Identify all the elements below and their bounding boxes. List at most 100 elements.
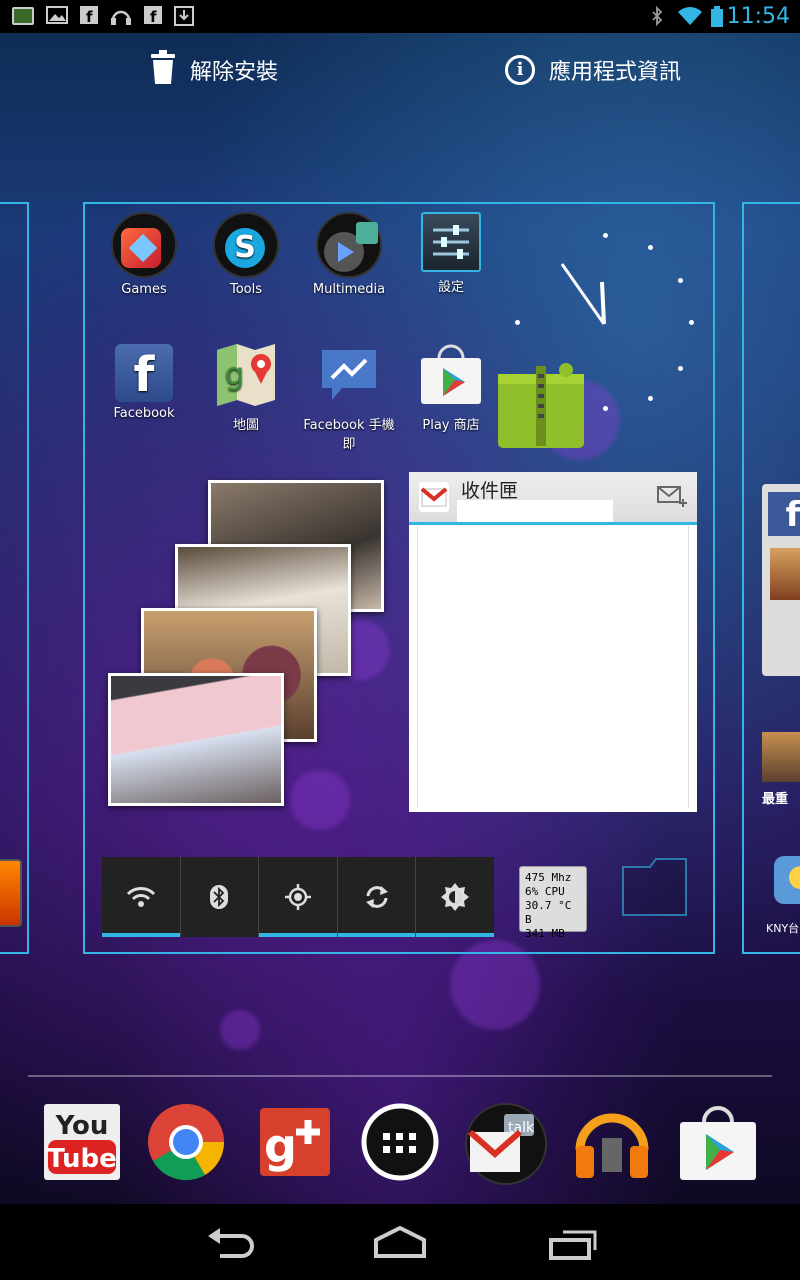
- uninstall-button[interactable]: 解除安裝: [150, 50, 279, 90]
- messenger-icon: [316, 344, 382, 410]
- sync-toggle[interactable]: [337, 857, 417, 937]
- app-label: Facebook: [113, 406, 175, 421]
- download-icon: [174, 6, 194, 26]
- bluetooth-icon: [650, 5, 664, 27]
- account-field: [457, 500, 613, 522]
- news-widget: 最重: [762, 732, 800, 812]
- tools-folder[interactable]: S Tools: [194, 212, 298, 297]
- app-label: 地圖: [232, 418, 259, 433]
- chrome-icon[interactable]: [146, 1102, 226, 1182]
- app-info-button[interactable]: i 應用程式資訊: [505, 52, 681, 88]
- svg-text:g: g: [264, 1119, 297, 1173]
- system-info-widget[interactable]: 475 Mhz 6% CPU 30.7 °C B 341 MB: [519, 866, 587, 940]
- bluetooth-toggle[interactable]: [181, 857, 260, 937]
- photo-thumbnail: [770, 548, 800, 600]
- news-thumbnail: [762, 732, 800, 782]
- recent-apps-icon: [549, 1230, 597, 1260]
- battery-icon: [710, 6, 724, 27]
- play-store-app[interactable]: Play 商店: [399, 344, 503, 433]
- gmail-widget-title: 收件匣: [461, 480, 519, 502]
- cpu-usage: 6% CPU: [525, 885, 565, 898]
- wifi-icon: [676, 6, 704, 26]
- facebook-widget: f: [762, 484, 800, 676]
- wifi-toggle[interactable]: [102, 857, 181, 937]
- home-button[interactable]: [370, 1224, 430, 1260]
- brightness-icon: [441, 883, 470, 911]
- gps-toggle[interactable]: [259, 857, 338, 937]
- gmail-inbox-widget[interactable]: 收件匣: [409, 472, 697, 812]
- weather-widget[interactable]: KNY台: [766, 856, 800, 946]
- bokeh: [220, 1010, 260, 1050]
- svg-text:f: f: [150, 8, 157, 24]
- bluetooth-icon: [210, 885, 229, 909]
- wifi-icon: [126, 887, 155, 907]
- google-plus-icon[interactable]: g: [256, 1102, 336, 1182]
- svg-text:g: g: [225, 357, 244, 392]
- svg-text:You: You: [55, 1111, 109, 1141]
- right-home-panel[interactable]: f 最重 KNY台: [742, 202, 800, 954]
- facebook-app[interactable]: f Facebook: [92, 344, 196, 421]
- facebook-icon: f: [80, 6, 98, 26]
- weather-icon: [774, 856, 800, 904]
- maps-app[interactable]: g 地圖: [194, 344, 298, 433]
- multimedia-folder[interactable]: Multimedia: [297, 212, 401, 297]
- app-drawer-button[interactable]: [360, 1102, 440, 1182]
- facebook-icon: f: [115, 344, 173, 403]
- facebook-icon: f: [768, 492, 800, 536]
- compose-mail-icon[interactable]: [657, 486, 687, 512]
- news-label: 最重: [762, 792, 789, 807]
- app-label: Play 商店: [422, 418, 480, 433]
- back-button[interactable]: [200, 1224, 260, 1260]
- games-folder-icon: [111, 212, 177, 278]
- trash-icon: [150, 50, 176, 90]
- play-store-icon: [418, 344, 484, 410]
- back-icon: [208, 1228, 254, 1258]
- maps-icon: g: [213, 344, 279, 410]
- games-folder[interactable]: Games: [92, 212, 196, 297]
- app-label: Facebook 手機即: [303, 418, 395, 452]
- app-label: 設定: [437, 280, 464, 295]
- left-home-panel[interactable]: [0, 202, 29, 954]
- status-bar: f f 11:54: [0, 0, 800, 33]
- weather-label: KNY台: [766, 922, 800, 935]
- gps-icon: [284, 884, 311, 910]
- app-info-label: 應用程式資訊: [549, 60, 682, 85]
- app-label: Tools: [229, 282, 263, 297]
- multimedia-folder-icon: [316, 212, 382, 278]
- play-music-icon[interactable]: [572, 1102, 652, 1182]
- play-store-icon[interactable]: [678, 1102, 758, 1182]
- svg-text:f: f: [86, 8, 93, 24]
- clock-time: 11:54: [726, 4, 790, 29]
- cpu-frequency: 475 Mhz: [525, 871, 572, 884]
- messenger-app[interactable]: Facebook 手機即: [297, 344, 401, 452]
- headphones-icon: [110, 6, 132, 26]
- uninstall-label: 解除安裝: [190, 60, 279, 85]
- analog-clock-widget[interactable]: [510, 228, 706, 424]
- clock-hands: [560, 263, 606, 325]
- dock-divider: [28, 1075, 772, 1077]
- info-icon: i: [505, 55, 535, 85]
- battery-widget-icon: [12, 7, 34, 25]
- recent-apps-button[interactable]: [545, 1224, 605, 1260]
- app-label: Multimedia: [312, 282, 386, 297]
- brightness-toggle[interactable]: [416, 857, 494, 937]
- app-drawer-icon: [361, 1103, 439, 1181]
- battery-widget-icon: [0, 859, 22, 927]
- facebook-icon: f: [144, 6, 162, 26]
- gmail-widget-header: 收件匣: [409, 472, 697, 525]
- image-icon: [46, 6, 68, 26]
- gmail-message-list[interactable]: [417, 526, 689, 808]
- power-control-widget: [102, 857, 494, 937]
- sync-icon: [365, 886, 388, 908]
- home-icon: [374, 1225, 426, 1258]
- folder-drop-target-icon[interactable]: [620, 855, 690, 919]
- memory-usage: 341 MB: [525, 927, 565, 940]
- app-label: Games: [121, 282, 167, 297]
- settings-app[interactable]: 設定: [399, 212, 503, 295]
- youtube-icon[interactable]: You Tube: [42, 1102, 122, 1182]
- gmail-icon: [419, 482, 449, 512]
- gmail-talk-folder-icon[interactable]: talk: [464, 1102, 547, 1185]
- navigation-bar: [0, 1204, 800, 1280]
- settings-icon: [421, 212, 481, 272]
- svg-text:Tube: Tube: [47, 1144, 117, 1174]
